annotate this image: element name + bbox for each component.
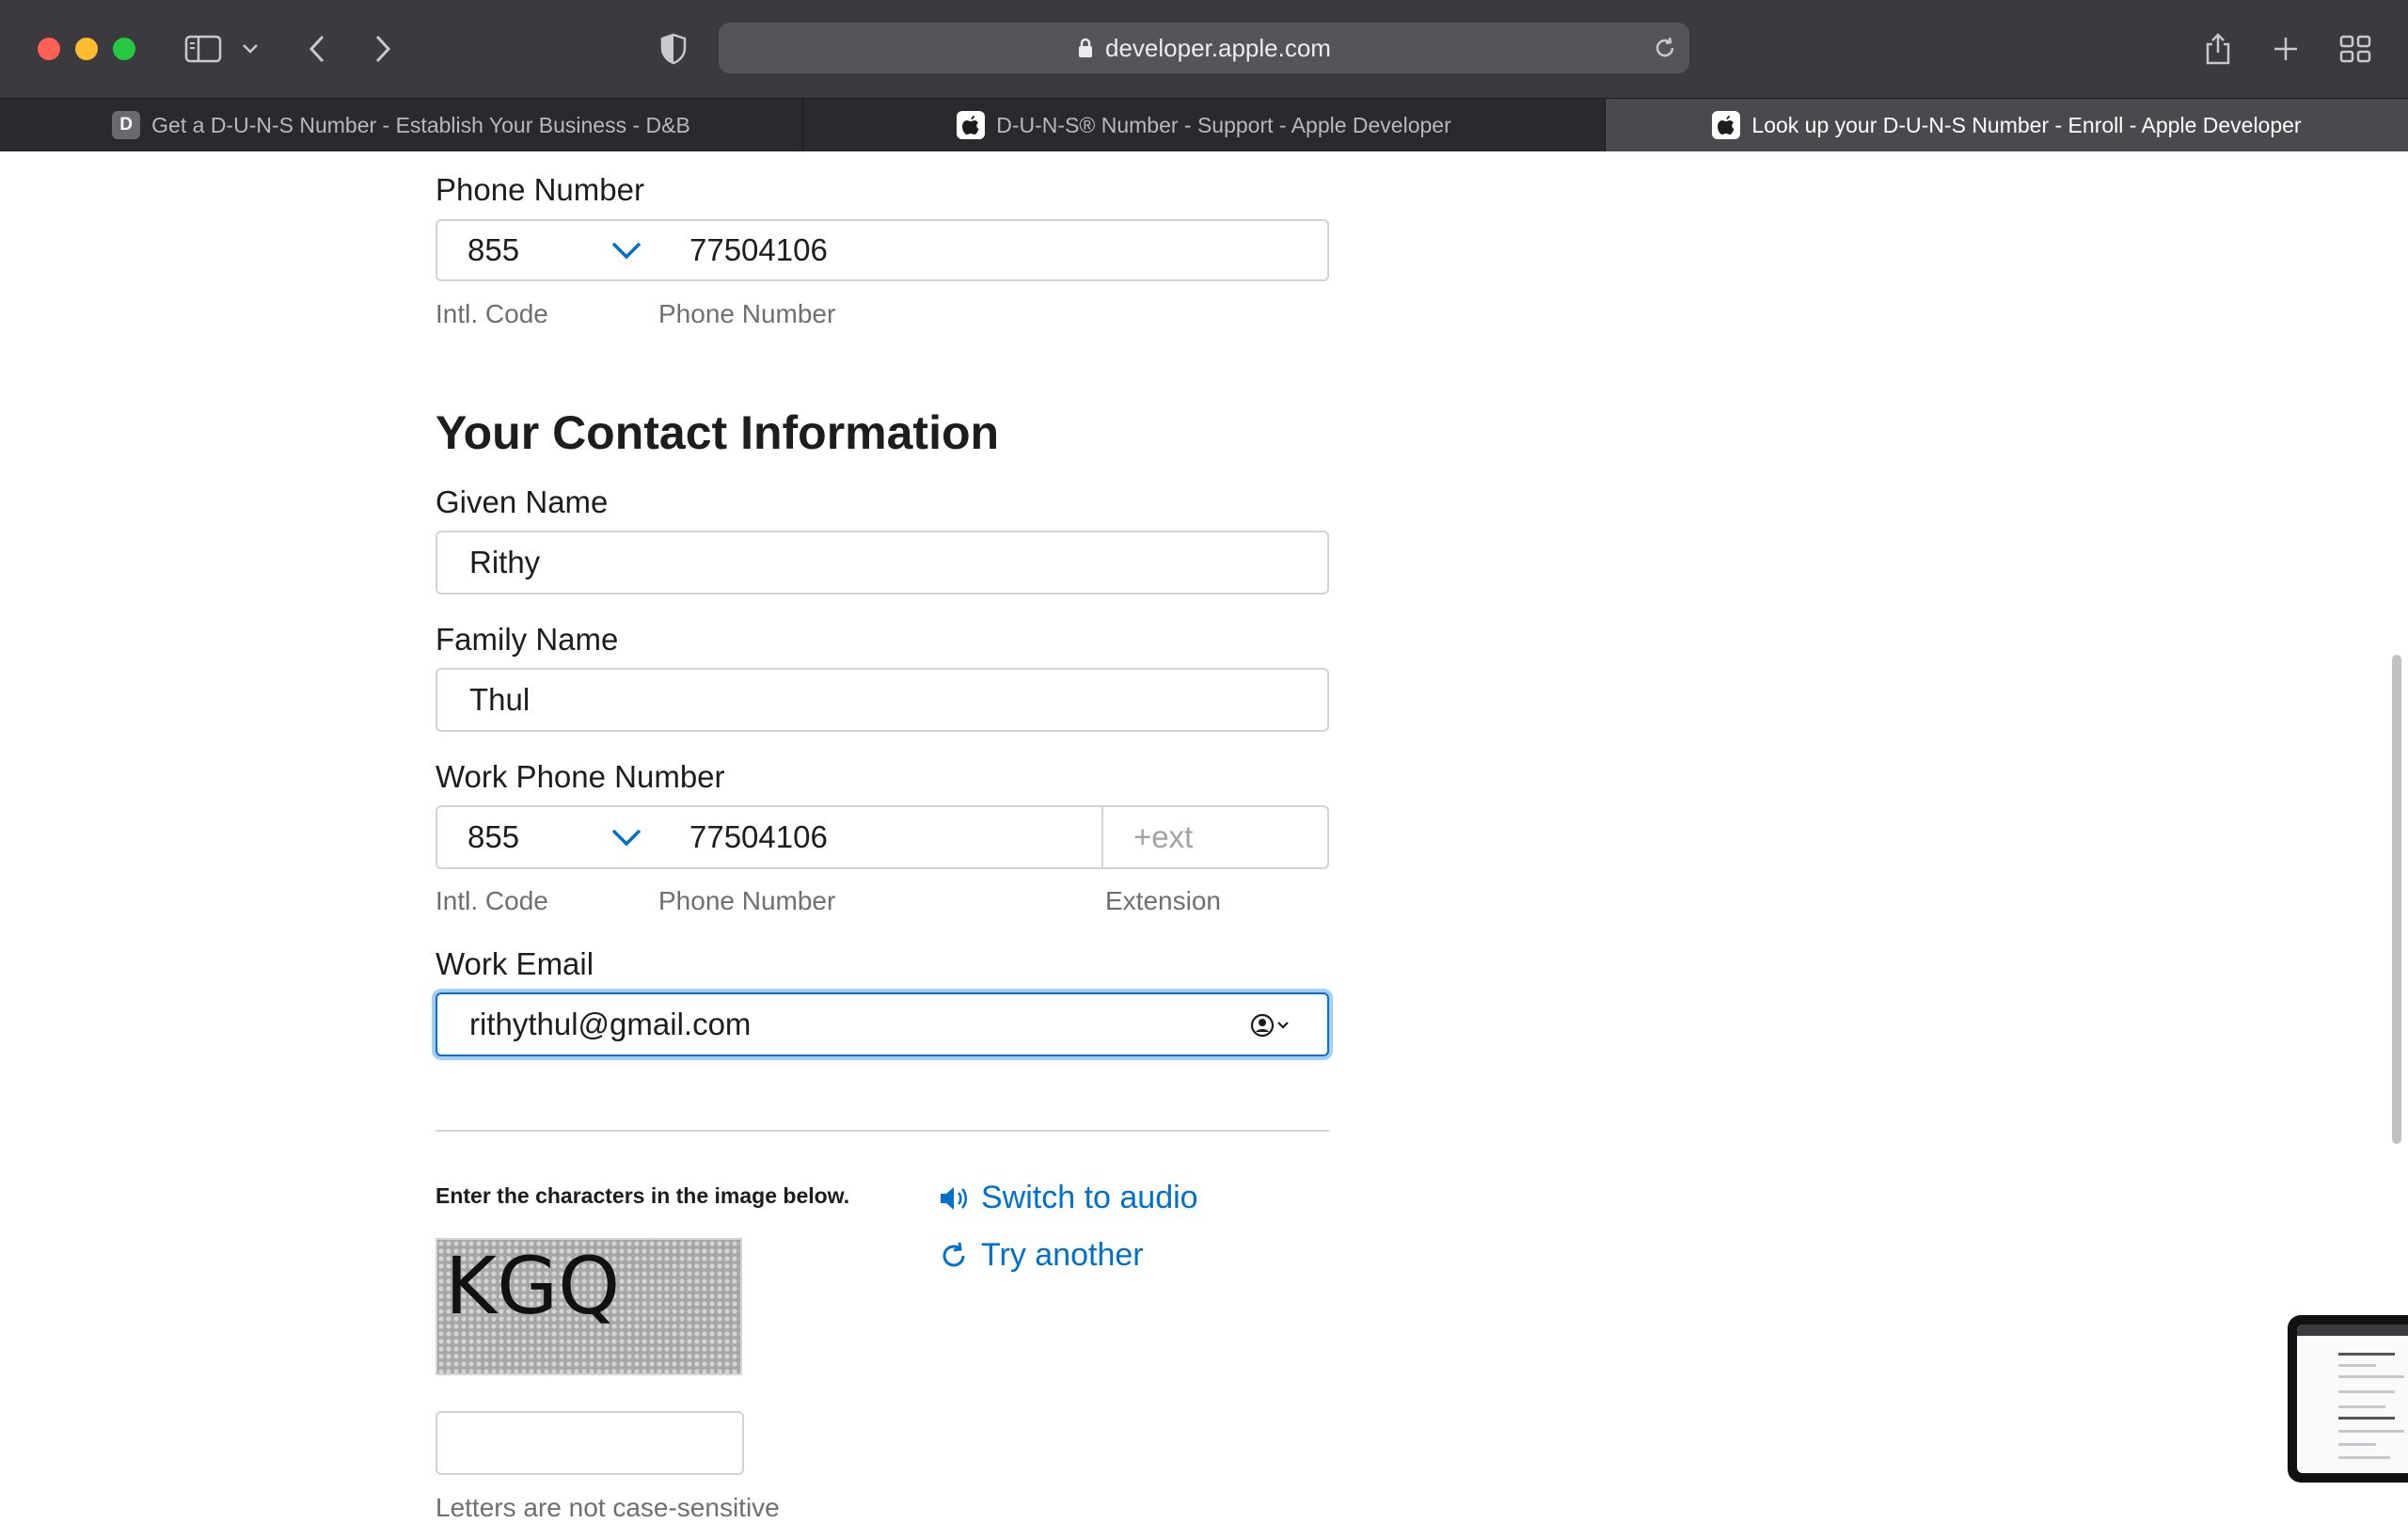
extension-caption: Extension [1105,886,1221,915]
minimize-window-button[interactable] [75,38,98,60]
tab-duns-support[interactable]: D-U-N-S® Number - Support - Apple Develo… [802,99,1605,151]
tab-title: D-U-N-S® Number - Support - Apple Develo… [996,112,1451,137]
maximize-window-button[interactable] [113,38,135,60]
intl-code-caption: Intl. Code [436,299,548,328]
dnb-favicon: D [112,111,141,139]
section-divider [436,1130,1329,1132]
scrollbar-thumb[interactable] [2392,655,2401,1144]
reload-icon[interactable] [1652,35,1678,68]
page-content: Phone Number 855 77504106 Intl. Code Pho… [0,151,2408,1522]
family-name-label: Family Name [436,622,619,657]
close-window-button[interactable] [38,38,60,60]
work-email-input[interactable]: rithythul@gmail.com [436,992,1329,1056]
work-phone-group: 855 77504106 +ext [436,805,1329,869]
tab-dnb[interactable]: D Get a D-U-N-S Number - Establish Your … [0,99,802,151]
thumbnail-preview [2297,1325,2408,1473]
refresh-icon [943,1242,965,1266]
work-intl-code-caption: Intl. Code [436,886,548,915]
thumbnail-chrome [2297,1325,2408,1336]
forward-icon[interactable] [367,26,399,71]
tab-duns-lookup[interactable]: Look up your D-U-N-S Number - Enroll - A… [1605,99,2408,151]
privacy-shield-icon[interactable] [655,26,692,71]
intl-code-select[interactable]: 855 [437,221,659,279]
tab-overview-icon[interactable] [2337,26,2374,71]
family-name-value: Thul [469,682,531,717]
captcha-text: KGQ [445,1240,620,1332]
given-name-label: Given Name [436,484,609,519]
intl-code-value: 855 [467,232,520,267]
work-phone-input[interactable]: 77504106 [659,807,1103,867]
extension-placeholder: +ext [1133,819,1194,854]
phone-number-value: 77504106 [689,232,828,267]
new-tab-icon[interactable] [2267,26,2305,71]
phone-number-caption: Phone Number [658,299,836,328]
work-phone-label: Work Phone Number [436,759,725,794]
autofill-contact-icon[interactable] [1248,1011,1295,1044]
work-email-value: rithythul@gmail.com [469,1007,752,1041]
given-name-value: Rithy [469,545,541,579]
extension-input[interactable]: +ext [1103,807,1327,867]
contact-info-heading: Your Contact Information [436,406,1000,459]
work-intl-code-select[interactable]: 855 [437,807,659,867]
try-another-link[interactable]: Try another [938,1237,1144,1274]
back-icon[interactable] [301,26,333,71]
browser-toolbar: developer.apple.com [0,0,2408,98]
tab-strip: D Get a D-U-N-S Number - Establish Your … [0,98,2408,152]
work-phone-value: 77504106 [689,819,828,854]
captcha-note: Letters are not case-sensitive [436,1493,780,1522]
tab-title: Get a D-U-N-S Number - Establish Your Bu… [151,112,690,137]
sidebar-toggle-icon[interactable] [181,26,226,71]
share-icon[interactable] [2199,26,2237,71]
try-another-label: Try another [981,1237,1144,1273]
work-email-label: Work Email [436,946,594,981]
chevron-down-icon [610,240,642,265]
address-bar[interactable]: developer.apple.com [719,23,1689,73]
url-text: developer.apple.com [1105,33,1331,62]
apple-icon [957,111,986,139]
phone-number-input[interactable]: 77504106 [659,221,1327,279]
work-intl-code-value: 855 [467,819,520,854]
chevron-down-icon [610,827,642,852]
family-name-input[interactable]: Thul [436,668,1329,732]
screenshot-thumbnail[interactable] [2288,1315,2408,1483]
lock-icon [1077,37,1094,59]
captcha-input[interactable] [436,1411,744,1475]
captcha-instruction: Enter the characters in the image below. [436,1183,850,1208]
work-phone-caption: Phone Number [658,886,836,915]
speaker-icon [941,1186,967,1210]
switch-to-audio-label: Switch to audio [981,1180,1198,1215]
phone-number-group: 855 77504106 [436,219,1329,281]
apple-icon [1712,111,1741,139]
captcha-image: KGQ [436,1238,742,1375]
given-name-input[interactable]: Rithy [436,531,1329,595]
tab-title: Look up your D-U-N-S Number - Enroll - A… [1751,112,2302,137]
phone-number-label: Phone Number [436,172,644,207]
switch-to-audio-link[interactable]: Switch to audio [938,1180,1198,1216]
chevron-down-icon[interactable] [239,26,261,71]
